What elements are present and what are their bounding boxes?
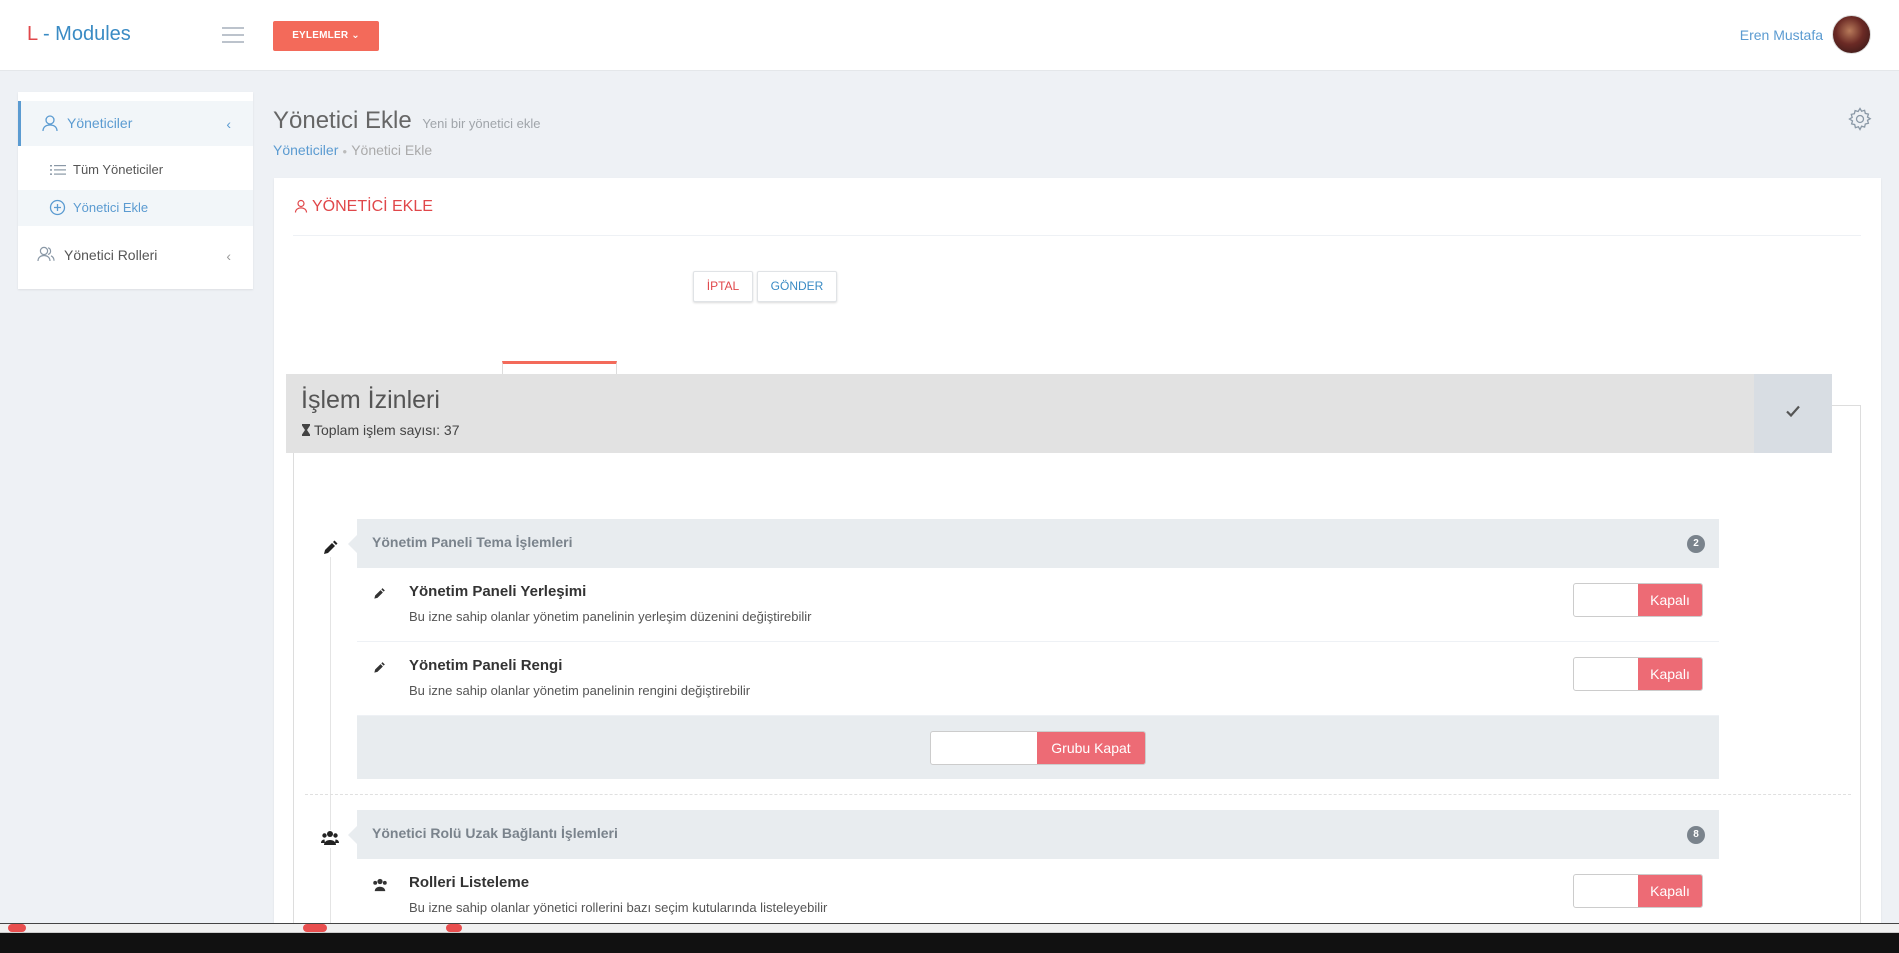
avatar[interactable] [1832,15,1871,54]
permissions-header: İşlem İzinleri Toplam işlem sayısı: 37 [286,374,1832,453]
plus-circle-icon [49,199,66,219]
taskbar-strip [0,924,1899,933]
portlet-title: YÖNETİCİ EKLE [294,198,433,218]
top-header: L - Modules EYLEMLER ⌄ Eren Mustafa [0,0,1899,71]
sidebar-item-administrator-roles[interactable]: Yönetici Rolleri ‹ [18,235,253,275]
breadcrumb: Yöneticiler ● Yönetici Ekle [273,142,432,158]
permission-toggle[interactable]: Kapalı [1573,657,1703,691]
count-badge: 2 [1687,535,1705,553]
breadcrumb-separator: ● [342,146,348,156]
page-title-text: Yönetici Ekle [273,107,412,134]
sidebar-item-label: Yöneticiler [67,115,133,131]
permission-group-header[interactable]: Yönetici Rolü Uzak Bağlantı İşlemleri 8 [348,810,1719,859]
permission-group-footer: Grubu Kapat [357,716,1719,779]
sidebar-item-administrators[interactable]: Yöneticiler ‹ [18,101,253,146]
count-badge: 8 [1687,826,1705,844]
group-toggle[interactable]: Grubu Kapat [930,731,1146,765]
portlet-title-text: YÖNETİCİ EKLE [312,198,433,215]
sidebar-item-add-administrator[interactable]: Yönetici Ekle [18,190,253,226]
sidebar: Yöneticiler ‹ Tüm Yöneticiler Yönetici E… [18,92,253,289]
permission-title: Yönetim Paneli Yerleşimi [409,583,587,600]
permission-group-title: Yönetici Rolü Uzak Bağlantı İşlemleri [372,825,618,841]
send-button[interactable]: GÖNDER [757,271,837,302]
permission-item: Yönetim Paneli Rengi Bu izne sahip olanl… [357,642,1719,716]
app-logo[interactable]: L - Modules [27,23,131,46]
permission-item: Yönetim Paneli Yerleşimi Bu izne sahip o… [357,568,1719,642]
sidebar-item-label: Tüm Yöneticiler [73,162,164,177]
toggle-off-label: Kapalı [1638,584,1702,616]
page-subtitle: Yeni bir yönetici ekle [422,116,541,131]
permission-group-header[interactable]: Yönetim Paneli Tema İşlemleri 2 [348,519,1719,568]
permissions-title: İşlem İzinleri [301,386,440,414]
permission-group-title: Yönetim Paneli Tema İşlemleri [372,534,573,550]
pencil-icon [321,539,339,557]
toggle-off-label: Kapalı [1638,658,1702,690]
cancel-button[interactable]: İPTAL [693,271,753,302]
permission-description: Bu izne sahip olanlar yönetim panelinin … [409,609,812,624]
gear-icon[interactable] [1848,107,1872,136]
taskbar-badge [446,924,462,932]
permission-title: Yönetim Paneli Rengi [409,657,563,674]
permission-title: Rolleri Listeleme [409,874,530,891]
sidebar-item-label: Yönetici Rolleri [64,247,158,263]
os-taskbar [0,923,1899,953]
toggle-off-label: Kapalı [1638,875,1702,907]
permission-item: Rolleri Listeleme Bu izne sahip olanlar … [357,859,1719,933]
list-icon [50,163,66,179]
check-icon [1786,404,1800,422]
menu-toggle-icon[interactable] [222,27,244,43]
permission-description: Bu izne sahip olanlar yönetim panelinin … [409,683,751,698]
chevron-left-icon: ‹ [226,248,231,264]
divider [305,794,1851,795]
user-icon [41,114,59,135]
users-icon [321,830,339,848]
breadcrumb-link[interactable]: Yöneticiler [273,142,338,158]
user-name[interactable]: Eren Mustafa [1740,27,1823,43]
users-icon [372,878,388,897]
sidebar-item-label: Yönetici Ekle [73,200,149,215]
actions-button[interactable]: EYLEMLER ⌄ [273,21,379,51]
permissions-total: Toplam işlem sayısı: 37 [301,422,460,439]
permission-toggle[interactable]: Kapalı [1573,583,1703,617]
permissions-total-text: Toplam işlem sayısı: 37 [314,422,460,438]
timeline-line [330,540,331,953]
permission-description: Bu izne sahip olanlar yönetici rollerini… [409,900,828,915]
breadcrumb-current: Yönetici Ekle [351,142,433,158]
hourglass-icon [301,423,311,439]
taskbar-badge [303,924,327,932]
taskbar-icon [8,924,26,932]
logo-prefix: L [27,23,38,45]
divider [293,235,1861,236]
users-icon [36,245,56,266]
logo-text: - Modules [37,23,131,45]
pencil-icon [372,587,386,606]
page-title: Yönetici Ekle Yeni bir yönetici ekle [273,107,540,135]
chevron-left-icon: ‹ [226,116,231,132]
group-toggle-label: Grubu Kapat [1037,732,1145,764]
user-icon [294,199,308,218]
pencil-icon [372,661,386,680]
sidebar-item-all-administrators[interactable]: Tüm Yöneticiler [18,154,253,184]
permission-toggle[interactable]: Kapalı [1573,874,1703,908]
select-all-toggle[interactable] [1754,374,1832,453]
